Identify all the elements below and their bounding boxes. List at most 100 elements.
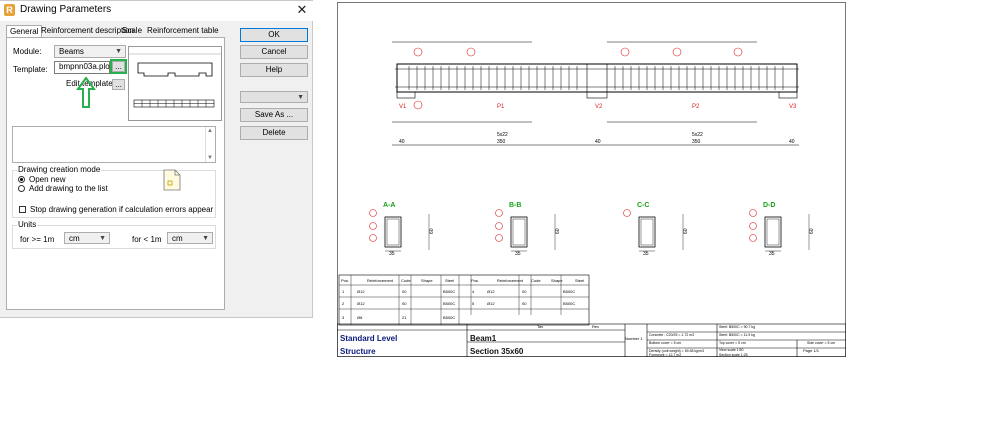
section-height-label: 60 (555, 228, 561, 234)
title-structure: Structure (340, 347, 376, 356)
table-cell-steel: B500C (443, 301, 455, 306)
title-standard-level: Standard Level (340, 334, 398, 343)
table-cell-pos: 3 (342, 315, 345, 320)
tab-scale[interactable]: Scale (119, 25, 145, 37)
template-field[interactable]: bmpnn03a.plo (54, 61, 110, 74)
table-header: Code (401, 278, 411, 283)
edit-template-browse-button[interactable]: ... (112, 79, 125, 90)
dimension-labels: 40 350 40 350 40 5x22 5x22 (399, 132, 795, 145)
support-label-v3: V3 (789, 104, 797, 110)
units-ge-select[interactable]: cm ▼ (64, 232, 110, 244)
help-button[interactable]: Help (240, 63, 308, 77)
side-cover-label: Side cover = 5 cm (807, 341, 835, 345)
support-label-p2: P2 (692, 104, 700, 110)
table-cell-steel: B500C (563, 301, 575, 306)
dimension-sub-value: 5x22 (692, 132, 703, 138)
section-title: B-B (509, 202, 521, 209)
rebar-callout (495, 209, 503, 217)
tab-reinforcement-table[interactable]: Reinforcement table (144, 25, 222, 37)
table-cell-steel: B500C (563, 289, 575, 294)
title-bar[interactable]: R Drawing Parameters ✕ (0, 1, 313, 21)
rebar-callout (369, 234, 377, 242)
chevron-down-icon: ▼ (202, 235, 209, 242)
scroll-down-icon[interactable]: ▼ (207, 155, 213, 161)
section-title: D-D (763, 202, 775, 209)
module-select[interactable]: Beams ▼ (54, 45, 126, 58)
ok-button[interactable]: OK (240, 28, 308, 42)
highlight-box (110, 59, 127, 74)
number-label: Number 1 (625, 336, 643, 341)
table-header: Reinforcement (367, 278, 394, 283)
template-label: Template: (13, 65, 48, 74)
rebar-callout (495, 222, 503, 230)
template-preview (128, 46, 222, 121)
chevron-down-icon: ▼ (115, 48, 122, 55)
table-cell-reinf: Ø8 (357, 315, 363, 320)
chevron-down-icon: ▼ (297, 94, 304, 101)
section-stirrup (512, 218, 526, 246)
section-title: C-C (637, 202, 649, 209)
table-cell-pos: 1 (342, 289, 345, 294)
table-cell-reinf: Ø12 (487, 301, 495, 306)
units-lt-label: for < 1m (132, 235, 162, 244)
section-height-label: 60 (809, 228, 815, 234)
dimension-value: 40 (595, 139, 601, 145)
description-textarea[interactable]: ▲ ▼ (12, 126, 216, 163)
section-stirrup (386, 218, 400, 246)
table-cell-pos: 4 (472, 289, 475, 294)
table-cell-pos: 2 (342, 301, 345, 306)
section-height-label: 60 (683, 228, 689, 234)
dimension-value: 40 (789, 139, 795, 145)
delete-button[interactable]: Delete (240, 126, 308, 140)
green-arrow-icon (76, 77, 96, 108)
dimension-value: 350 (497, 139, 506, 145)
page-label: Page 1/1 (803, 348, 820, 353)
dimension-value: 40 (399, 139, 405, 145)
stop-generation-checkbox[interactable] (19, 206, 26, 213)
section-stirrup (640, 218, 654, 246)
table-header: Reinforcement (497, 278, 524, 283)
beam-drawing: 40 350 40 350 405x22 5x22 A-A6035B-B6035C-C60… (337, 41, 846, 357)
table-header: Steel (575, 278, 584, 283)
section-outline (510, 216, 528, 248)
section-stirrup (766, 218, 780, 246)
table-header: Shape (421, 278, 433, 283)
scrollbar[interactable]: ▲ ▼ (205, 127, 215, 162)
steel2-label: Steel: B500C = 11.9 kg (719, 333, 755, 337)
rebar-callout (623, 209, 631, 217)
rebar-callout (369, 209, 377, 217)
radio-open-new[interactable] (18, 176, 25, 183)
rebar-callout (369, 222, 377, 230)
formwork-label: Formwork = 12.7 m2 (649, 353, 681, 357)
radio-add-drawing[interactable] (18, 185, 25, 192)
tav-label: Tav (537, 324, 543, 329)
table-header: Pos. (471, 278, 479, 283)
view-scale-label: View scale 1:50 (719, 348, 744, 352)
table-header: Pos. (341, 278, 349, 283)
close-icon[interactable]: ✕ (293, 2, 311, 18)
section-outline (384, 216, 402, 248)
section-width-label: 35 (389, 251, 395, 257)
module-label: Module: (13, 47, 42, 56)
cancel-button[interactable]: Cancel (240, 45, 308, 59)
units-lt-value: cm (172, 234, 183, 243)
table-cell-steel: B500C (443, 315, 455, 320)
table-cell-pos: 5 (472, 301, 475, 306)
scroll-up-icon[interactable]: ▲ (207, 128, 213, 134)
top-cover-label: Top cover = 5 cm (719, 341, 746, 345)
section-size: Section 35x60 (470, 347, 524, 356)
template-list-select[interactable]: ▼ (240, 91, 308, 103)
concrete-label: Concrete : C20/25 = 1.72 m3 (649, 333, 694, 337)
units-lt-select[interactable]: cm ▼ (167, 232, 213, 244)
radio-add-drawing-label: Add drawing to the list (29, 184, 108, 193)
support-label-v1: V1 (399, 104, 407, 110)
bottom-cover-label: Bottom cover = 5 cm (649, 341, 681, 345)
stirrups (408, 66, 784, 90)
section-width-label: 35 (643, 251, 649, 257)
dimension-value: 350 (692, 139, 701, 145)
steel1-label: Steel: B500C = 90.7 kg (719, 325, 755, 329)
dimension-sub-value: 5x22 (497, 132, 508, 138)
save-as-button[interactable]: Save As ... (240, 108, 308, 122)
table-cell-code: 00 (522, 289, 527, 294)
section-scale-label: Section scale 1:25 (719, 353, 748, 357)
